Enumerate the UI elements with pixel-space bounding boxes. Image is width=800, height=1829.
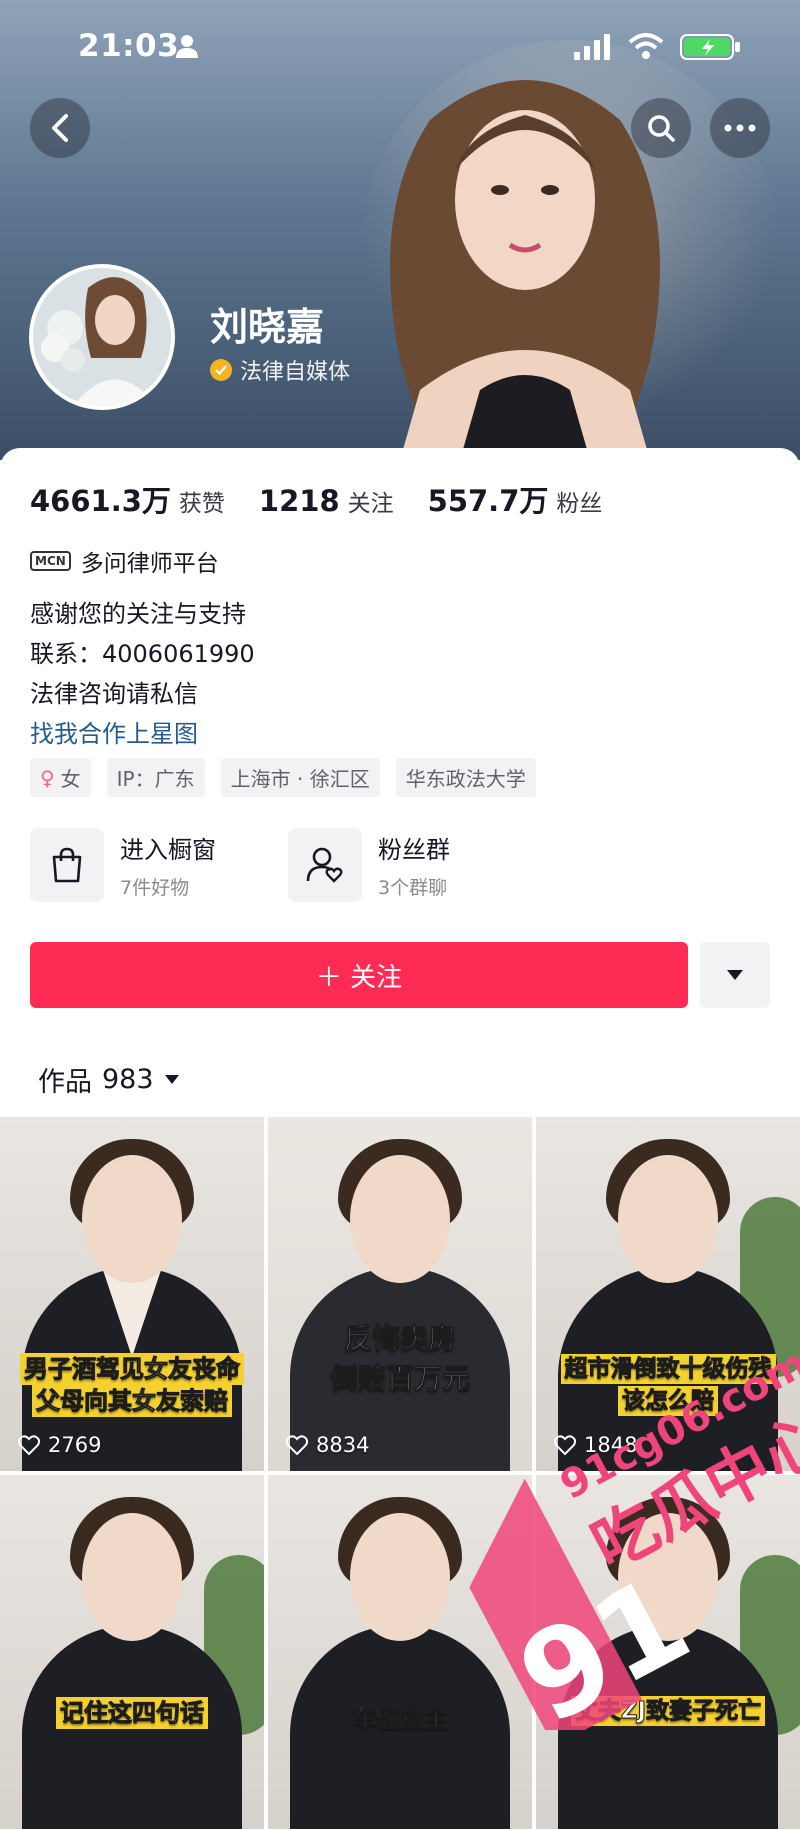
video-likes: 2769: [18, 1433, 101, 1457]
battery-charging-icon: [680, 34, 740, 60]
thumbnail-face: [82, 1513, 182, 1641]
works-label: 作品: [38, 1067, 92, 1098]
profile-tags: ♀ 女 IP：广东 上海市 · 徐汇区 华东政法大学: [30, 758, 552, 797]
avatar-image: [33, 268, 171, 406]
video-caption: 丈夫ZJ致妻子死亡: [536, 1695, 800, 1727]
followers-count[interactable]: 557.7万: [428, 478, 549, 520]
video-likes: 1848: [554, 1433, 637, 1457]
video-caption: 记住这四句话: [0, 1697, 264, 1729]
search-button[interactable]: [631, 98, 691, 158]
shop-window-entry[interactable]: 进入橱窗 7件好物: [30, 828, 216, 902]
profile-header: 21:03 刘晓嘉 法律自媒体: [0, 0, 800, 460]
verification-row: 法律自媒体: [210, 354, 350, 386]
cellular-signal-icon: [574, 34, 610, 60]
female-icon: ♀: [40, 765, 55, 790]
video-thumbnail[interactable]: 反悔卖房 倒赔百万元 8834: [268, 1117, 532, 1471]
mcn-row[interactable]: MCN 多问律师平台: [30, 544, 219, 578]
video-caption-line1: 记住这四句话: [56, 1697, 208, 1729]
caret-down-icon: [727, 970, 743, 980]
video-thumbnail[interactable]: 超市滑倒致十级伤残 该怎么赔 1848: [536, 1117, 800, 1471]
video-caption-line1: 超市滑倒致十级伤残: [560, 1354, 776, 1384]
fan-group-title: 粉丝群: [378, 836, 450, 864]
followers-label[interactable]: 粉丝: [556, 484, 602, 518]
gender-label: 女: [60, 767, 81, 791]
heart-icon: [286, 1435, 308, 1455]
video-caption: 反悔卖房 倒赔百万元: [268, 1319, 532, 1399]
likes-label: 获赞: [178, 491, 225, 517]
shopping-bag-icon: [30, 828, 104, 902]
video-thumbnail[interactable]: 丈夫ZJ致妻子死亡: [536, 1475, 800, 1829]
video-caption-line2: 该怎么赔: [618, 1386, 718, 1416]
fan-group-icon: [288, 828, 362, 902]
ip-tag: IP：广东: [106, 758, 205, 797]
shop-window-subtitle: 7件好物: [120, 877, 190, 899]
video-likes-count: 1848: [584, 1433, 638, 1457]
thumbnail-figure: [558, 1625, 778, 1829]
video-caption-line1: 丈夫ZJ致妻子死亡: [570, 1696, 766, 1726]
verification-label: 法律自媒体: [240, 360, 351, 385]
bio-line: 感谢您的关注与支持: [30, 600, 246, 628]
profile-name: 刘晓嘉: [210, 305, 325, 349]
location-tag: 上海市 · 徐汇区: [220, 758, 380, 797]
thumbnail-face: [350, 1513, 450, 1641]
mcn-text: 多问律师平台: [80, 551, 219, 577]
video-thumbnail[interactable]: 记住这四句话: [0, 1475, 264, 1829]
fan-group-entry[interactable]: 粉丝群 3个群聊: [288, 828, 450, 902]
video-caption-line2: 倒赔百万元: [329, 1362, 470, 1396]
wifi-icon: [628, 33, 664, 59]
avatar[interactable]: [29, 264, 175, 410]
video-thumbnail[interactable]: 男子酒驾见女友丧命 父母向其女友索赔 2769: [0, 1117, 264, 1471]
bio-link[interactable]: 找我合作上星图: [30, 714, 255, 754]
following-count[interactable]: 1218: [259, 484, 340, 518]
stats-row: 4661.3万 获赞 1218 关注 557.7万 粉丝: [30, 478, 636, 520]
status-time: 21:03: [78, 28, 180, 64]
back-button[interactable]: [30, 98, 90, 158]
thumbnail-face: [618, 1155, 718, 1283]
thumbnail-face: [618, 1513, 718, 1641]
mcn-badge: MCN: [30, 551, 71, 571]
thumbnail-face: [82, 1155, 182, 1283]
likes-count: 4661.3万: [30, 484, 171, 518]
following-label[interactable]: 关注: [348, 484, 394, 518]
shop-window-title: 进入橱窗: [120, 836, 216, 864]
video-likes-count: 8834: [316, 1433, 370, 1457]
chevron-left-icon: [52, 114, 68, 142]
video-caption: 男子酒驾见女友丧命 父母向其女友索赔: [0, 1353, 264, 1417]
video-likes: 8834: [286, 1433, 369, 1457]
fan-group-subtitle: 3个群聊: [378, 877, 448, 899]
caret-down-icon: [164, 1075, 179, 1084]
video-caption-line2: 父母向其女友索赔: [32, 1385, 232, 1417]
works-count: 983: [102, 1064, 154, 1095]
school-tag[interactable]: 华东政法大学: [395, 758, 536, 797]
status-bar: 21:03: [0, 0, 800, 95]
video-caption-line1: 车位业主: [352, 1705, 449, 1734]
follow-button[interactable]: ＋ 关注: [30, 942, 688, 1008]
heart-icon: [554, 1435, 576, 1455]
video-caption: 超市滑倒致十级伤残 该怎么赔: [536, 1353, 800, 1417]
search-icon: [648, 115, 675, 142]
recommend-dropdown-button[interactable]: [700, 942, 770, 1008]
video-caption-line1: 男子酒驾见女友丧命: [20, 1353, 244, 1385]
person-icon: [176, 35, 198, 58]
profile-card: 4661.3万 获赞 1218 关注 557.7万 粉丝 MCN 多问律师平台 …: [0, 448, 800, 1128]
bio-line: 法律咨询请私信: [30, 680, 198, 708]
heart-icon: [18, 1435, 40, 1455]
bio-line: 联系：4006061990: [30, 640, 255, 668]
more-options-button[interactable]: [710, 98, 770, 158]
video-thumbnail[interactable]: 车位业主: [268, 1475, 532, 1829]
more-dots-icon: [724, 124, 756, 132]
video-likes-count: 2769: [48, 1433, 102, 1457]
video-caption: 车位业主: [268, 1703, 532, 1735]
gender-tag: ♀ 女: [30, 758, 91, 797]
bio: 感谢您的关注与支持 联系：4006061990 法律咨询请私信 找我合作上星图: [30, 594, 255, 754]
video-caption-line1: 反悔卖房: [343, 1322, 456, 1356]
thumbnail-face: [350, 1155, 450, 1283]
works-tab[interactable]: 作品 983: [38, 1060, 180, 1099]
verified-badge-icon: [210, 359, 232, 381]
